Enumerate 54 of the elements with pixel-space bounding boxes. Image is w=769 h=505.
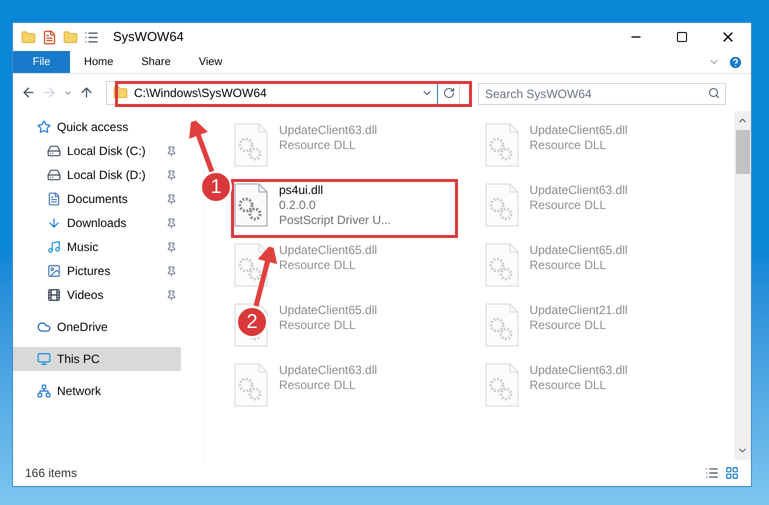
up-icon[interactable] bbox=[79, 85, 94, 100]
file-detail: Resource DLL bbox=[279, 378, 356, 393]
sidebar-item[interactable]: Pictures bbox=[13, 259, 181, 283]
scrollbar[interactable] bbox=[734, 111, 751, 460]
download-arrow-icon bbox=[47, 216, 61, 230]
back-icon[interactable] bbox=[21, 85, 36, 100]
details-view-icon[interactable] bbox=[705, 466, 719, 480]
sidebar-item[interactable]: This PC bbox=[13, 347, 181, 371]
picture-icon bbox=[47, 264, 61, 278]
film-icon bbox=[47, 288, 61, 302]
ribbon-tab[interactable]: View bbox=[184, 51, 236, 73]
sidebar-item[interactable]: Videos bbox=[13, 283, 181, 307]
sidebar-item[interactable]: Local Disk (C:) bbox=[13, 139, 181, 163]
monitor-icon bbox=[37, 352, 51, 366]
star-icon bbox=[37, 120, 51, 134]
file-name[interactable]: ps4ui.dll bbox=[279, 183, 324, 198]
ribbon-tab[interactable]: Home bbox=[70, 51, 128, 73]
ribbon-tab[interactable]: File bbox=[13, 51, 70, 73]
sidebar-item[interactable]: Quick access bbox=[13, 115, 181, 139]
window-title: SysWOW64 bbox=[113, 28, 184, 46]
sidebar-item[interactable]: Downloads bbox=[13, 211, 181, 235]
file-detail: Resource DLL bbox=[279, 138, 356, 153]
file-detail: Resource DLL bbox=[279, 318, 356, 333]
item-count: 166 items bbox=[25, 465, 78, 482]
maximize-icon bbox=[676, 31, 688, 43]
address-path: C:\Windows\SysWOW64 bbox=[134, 84, 267, 102]
search-icon bbox=[708, 86, 720, 98]
file-detail: PostScript Driver U... bbox=[279, 213, 392, 228]
file-detail: Resource DLL bbox=[530, 258, 606, 273]
file-detail: Resource DLL bbox=[530, 138, 606, 153]
music-note-icon bbox=[47, 240, 61, 254]
file-detail: Resource DLL bbox=[530, 198, 606, 213]
drive-icon bbox=[47, 144, 61, 158]
sidebar-item[interactable]: Music bbox=[13, 235, 181, 259]
refresh-icon[interactable] bbox=[442, 86, 454, 98]
scroll-thumb[interactable] bbox=[736, 130, 750, 174]
ribbon-tab[interactable]: Share bbox=[127, 51, 185, 73]
large-icons-view-icon[interactable] bbox=[725, 466, 739, 480]
file-detail: 0.2.0.0 bbox=[279, 198, 316, 213]
network-icon bbox=[37, 384, 51, 398]
drive-icon bbox=[47, 168, 61, 182]
sidebar-item[interactable]: OneDrive bbox=[13, 315, 181, 339]
sidebar-item[interactable]: Local Disk (D:) bbox=[13, 163, 181, 187]
sidebar-item[interactable]: Network bbox=[13, 379, 181, 403]
file-detail: Resource DLL bbox=[279, 258, 356, 273]
properties-icon[interactable] bbox=[42, 30, 57, 44]
sidebar-item[interactable]: Documents bbox=[13, 187, 181, 211]
customize-toolbar-icon[interactable] bbox=[84, 30, 99, 44]
help-icon[interactable] bbox=[728, 54, 743, 70]
document-icon bbox=[47, 192, 61, 206]
file-detail: Resource DLL bbox=[530, 378, 606, 393]
file-detail: Resource DLL bbox=[530, 318, 606, 333]
cloud-icon bbox=[37, 320, 51, 334]
search-field[interactable]: Search SysWOW64 bbox=[478, 82, 726, 104]
